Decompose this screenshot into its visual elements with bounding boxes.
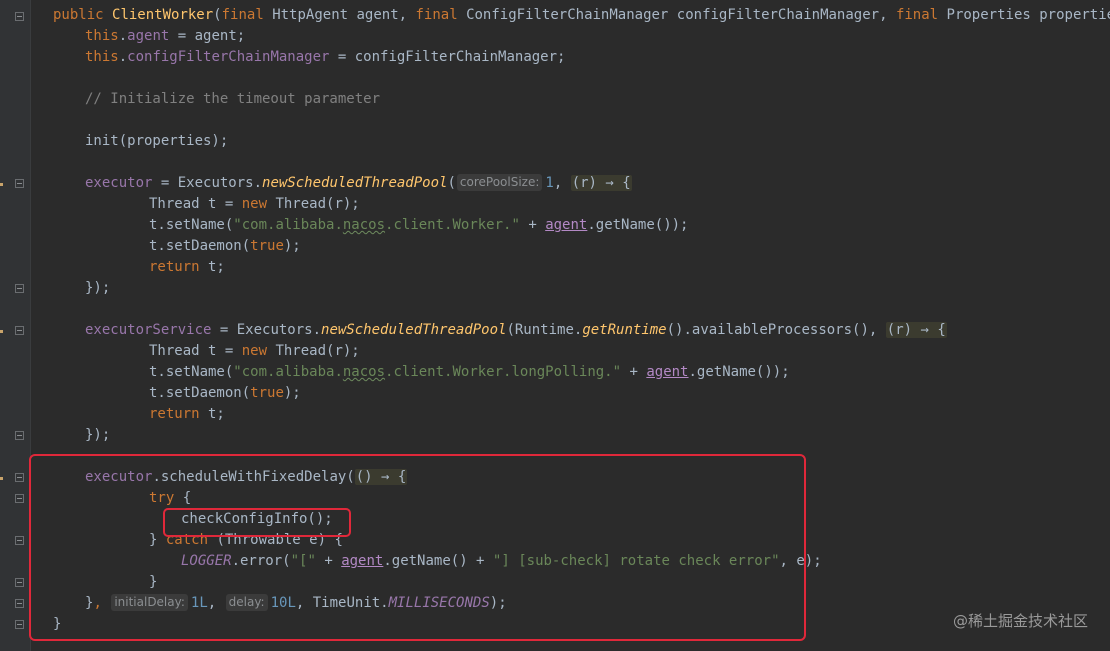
code-line: return t; — [149, 406, 225, 422]
code-line: Thread t = new Thread(r); — [149, 196, 360, 212]
code-line: }); — [85, 427, 111, 443]
code-line: t.setDaemon(true); — [149, 238, 301, 254]
code-line: this.configFilterChainManager = configFi… — [85, 49, 566, 65]
parameter-hint: corePoolSize: — [456, 174, 543, 191]
code-line: init(properties); — [85, 133, 229, 149]
code-line: t.setName("com.alibaba.nacos.client.Work… — [149, 364, 790, 380]
code-line: Thread t = new Thread(r); — [149, 343, 360, 359]
lambda-fold[interactable]: (r) → { — [885, 322, 947, 338]
code-line: executorService = Executors.newScheduled… — [85, 322, 947, 338]
code-line: t.setDaemon(true); — [149, 385, 301, 401]
code-line: this.agent = agent; — [85, 28, 246, 44]
highlight-box-check-config — [163, 508, 351, 537]
highlight-box — [29, 454, 806, 641]
lambda-fold[interactable]: (r) → { — [570, 175, 632, 191]
code-line: return t; — [149, 259, 225, 275]
watermark: @稀土掘金技术社区 — [952, 612, 1088, 630]
code-line: }); — [85, 280, 111, 296]
code-line: public ClientWorker(final HttpAgent agen… — [53, 7, 1110, 23]
code-line: executor = Executors.newScheduledThreadP… — [85, 174, 632, 191]
code-line: t.setName("com.alibaba.nacos.client.Work… — [149, 217, 689, 233]
code-line: // Initialize the timeout parameter — [85, 91, 381, 107]
